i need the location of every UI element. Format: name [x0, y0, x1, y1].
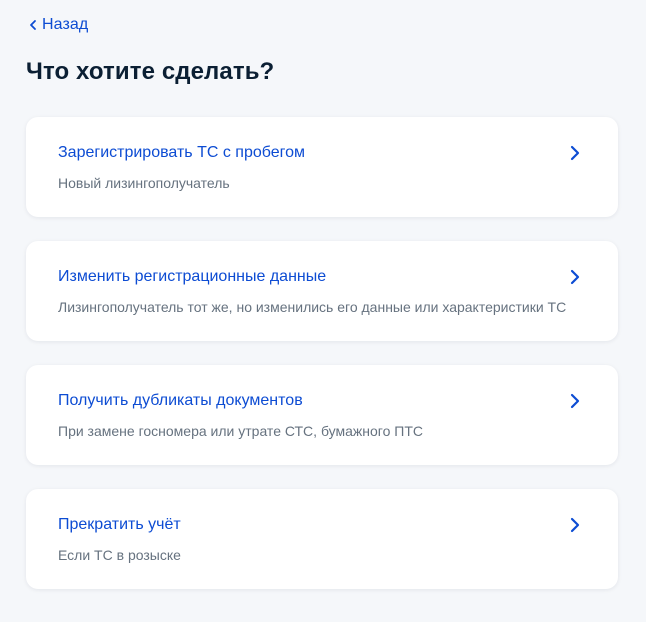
- option-card-duplicates[interactable]: Получить дубликаты документов При замене…: [26, 365, 618, 465]
- chevron-right-icon: [568, 144, 582, 162]
- back-link-label: Назад: [42, 16, 89, 33]
- option-description: Если ТС в розыске: [58, 547, 181, 563]
- option-description: При замене госномера или утрате СТС, бум…: [58, 423, 423, 439]
- page-title: Что хотите сделать?: [26, 58, 275, 85]
- chevron-right-icon: [568, 516, 582, 534]
- chevron-right-icon: [568, 392, 582, 410]
- option-description: Лизингополучатель тот же, но изменились …: [58, 299, 567, 315]
- back-link[interactable]: Назад: [26, 14, 88, 36]
- option-title: Прекратить учёт: [58, 516, 181, 533]
- chevron-right-icon: [568, 268, 582, 286]
- chevron-left-icon: [26, 17, 42, 33]
- options-list: Зарегистрировать ТС с пробегом Новый лиз…: [26, 117, 618, 613]
- option-card-register[interactable]: Зарегистрировать ТС с пробегом Новый лиз…: [26, 117, 618, 217]
- option-title: Получить дубликаты документов: [58, 392, 303, 409]
- option-card-change-data[interactable]: Изменить регистрационные данные Лизингоп…: [26, 241, 618, 341]
- option-title: Зарегистрировать ТС с пробегом: [58, 144, 306, 161]
- option-card-terminate[interactable]: Прекратить учёт Если ТС в розыске: [26, 489, 618, 589]
- option-description: Новый лизингополучатель: [58, 175, 230, 191]
- option-title: Изменить регистрационные данные: [58, 268, 327, 285]
